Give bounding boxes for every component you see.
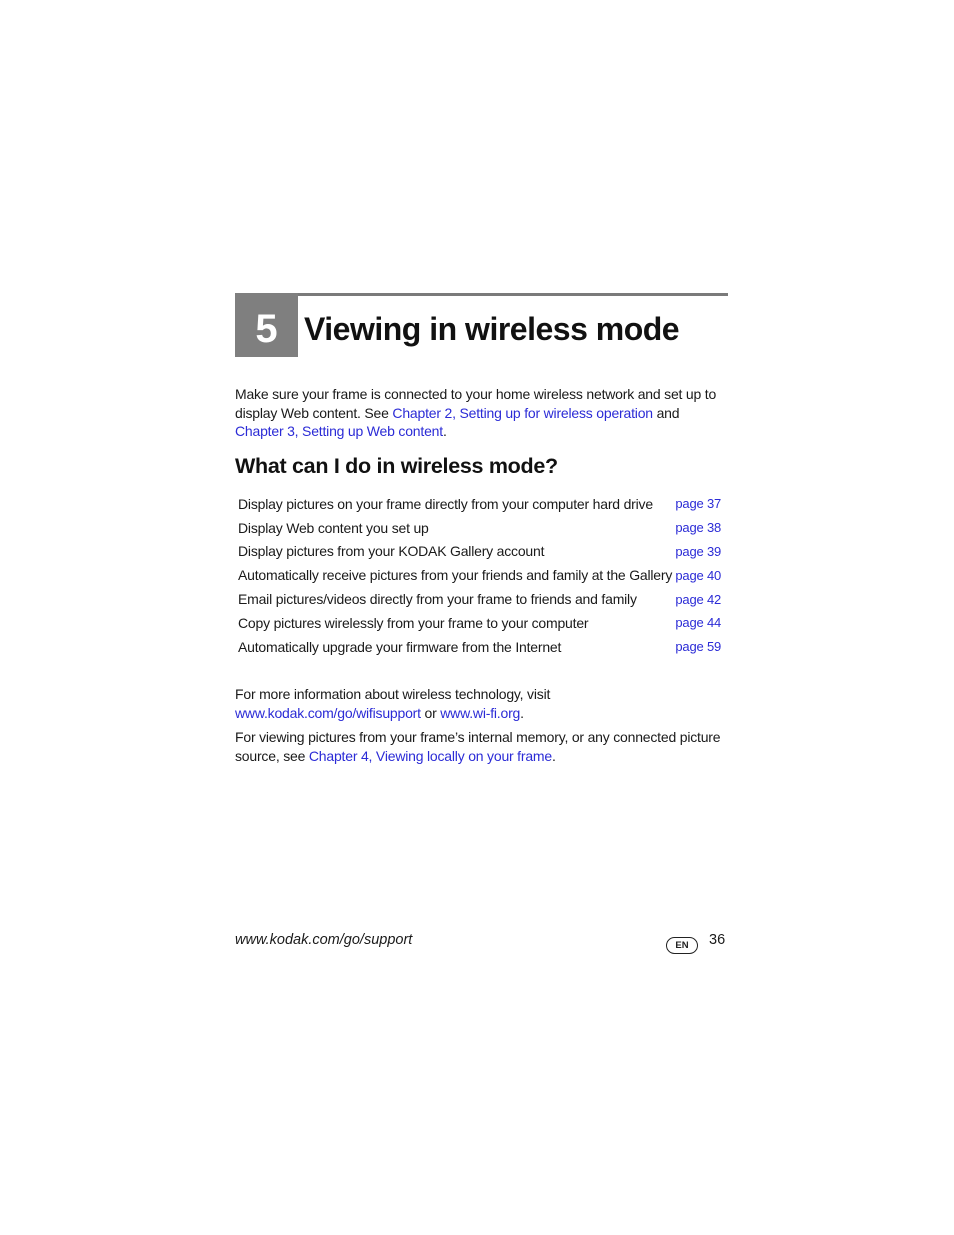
intro-text: . [442, 423, 447, 439]
intro-paragraph: Make sure your frame is connected to you… [235, 385, 730, 441]
more-info-text: or [420, 704, 441, 721]
table-row: Display pictures on your frame directly … [238, 492, 728, 516]
table-row: Automatically receive pictures from your… [238, 563, 728, 587]
table-row: Display pictures from your KODAK Gallery… [238, 540, 728, 564]
table-row: Automatically upgrade your firmware from… [238, 635, 728, 659]
page-link[interactable]: page 44 [675, 615, 721, 630]
table-row: Display Web content you set up page 38 [238, 516, 728, 540]
chapter-number: 5 [235, 293, 298, 357]
wifisupport-link[interactable]: www.kodak.com/go/wifisupport [235, 705, 421, 721]
chapter-3-link[interactable]: Chapter 3, Setting up Web content [235, 423, 443, 439]
more-info-paragraph: For more information about wireless tech… [235, 685, 730, 722]
chapter-rule [235, 293, 728, 296]
task-cell: Display pictures from your KODAK Gallery… [238, 543, 545, 560]
chapter-4-link[interactable]: Chapter 4, Viewing locally on your frame [309, 748, 552, 764]
page-link[interactable]: page 39 [675, 544, 721, 559]
task-cell: Automatically receive pictures from your… [238, 567, 673, 584]
more-info-text: For more information about wireless tech… [235, 686, 551, 702]
language-badge: EN [666, 937, 698, 954]
page-number: 36 [709, 932, 726, 948]
page-link[interactable]: page 42 [675, 592, 721, 607]
page-link[interactable]: page 59 [675, 639, 721, 654]
page-link[interactable]: page 40 [675, 568, 721, 583]
more-info-text: . [520, 704, 524, 721]
local-view-text: . [551, 747, 556, 764]
chapter-2-link[interactable]: Chapter 2, Setting up for wireless opera… [392, 405, 653, 421]
section-heading: What can I do in wireless mode? [235, 454, 558, 478]
table-row: Copy pictures wirelessly from your frame… [238, 611, 728, 635]
page-link[interactable]: page 37 [675, 496, 721, 511]
task-cell: Display Web content you set up [238, 519, 429, 536]
intro-text: and [652, 404, 680, 421]
features-table: Display pictures on your frame directly … [238, 492, 728, 659]
local-view-paragraph: For viewing pictures from your frame’s i… [235, 728, 730, 765]
table-row: Email pictures/videos directly from your… [238, 587, 728, 611]
task-cell: Automatically upgrade your firmware from… [238, 638, 562, 655]
task-cell: Display pictures on your frame directly … [238, 495, 653, 512]
chapter-title: Viewing in wireless mode [304, 311, 680, 347]
wifi-org-link[interactable]: www.wi-fi.org [440, 705, 520, 721]
task-cell: Copy pictures wirelessly from your frame… [238, 614, 589, 631]
footer-url: www.kodak.com/go/support [235, 932, 413, 948]
task-cell: Email pictures/videos directly from your… [238, 591, 637, 608]
page-link[interactable]: page 38 [675, 520, 721, 535]
